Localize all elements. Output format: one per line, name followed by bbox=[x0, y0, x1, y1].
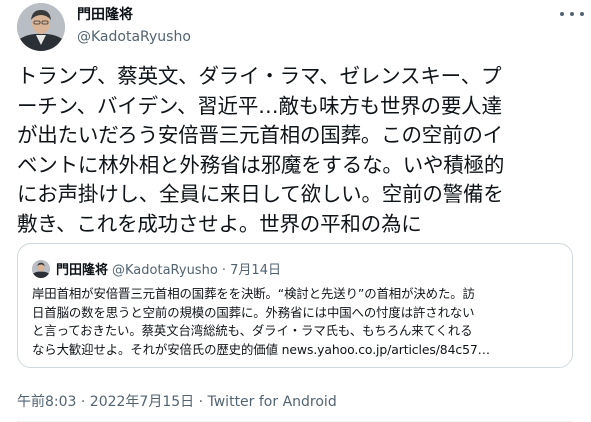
more-button[interactable] bbox=[560, 8, 584, 20]
tweet-footer: 午前8:03 · 2022年7月15日 · Twitter for Androi… bbox=[17, 391, 337, 411]
quoted-meta: @KadotaRyusho · 7月14日 bbox=[112, 263, 281, 278]
more-icon bbox=[560, 12, 564, 16]
timestamp[interactable]: 午前8:03 · 2022年7月15日 bbox=[17, 394, 194, 410]
quoted-avatar-photo bbox=[32, 259, 50, 278]
quoted-tweet[interactable]: 門田隆将 @KadotaRyusho · 7月14日 岸田首相が安倍晋三元首相の… bbox=[17, 243, 573, 368]
tweet-text: トランプ、蔡英文、ダライ・ラマ、ゼレンスキー、プ ーチン、バイデン、習近平…敵も… bbox=[17, 64, 505, 236]
quoted-display-name: 門田隆将 bbox=[56, 263, 109, 278]
author: 門田隆将 @KadotaRyusho bbox=[77, 5, 191, 47]
handle[interactable]: @KadotaRyusho bbox=[77, 27, 191, 47]
more-icon-dot bbox=[580, 12, 584, 16]
avatar[interactable] bbox=[17, 3, 65, 51]
quoted-tweet-header: 門田隆将 @KadotaRyusho · 7月14日 bbox=[32, 259, 281, 278]
separator: · bbox=[194, 394, 208, 410]
quoted-avatar bbox=[32, 259, 50, 278]
source-link[interactable]: Twitter for Android bbox=[208, 394, 337, 410]
more-icon-dot bbox=[570, 12, 574, 16]
avatar-photo bbox=[17, 3, 65, 51]
quoted-tweet-text: 岸田首相が安倍晋三元首相の国葬をを決断。“検討と先送り”の首相が決めた。訪 日首… bbox=[32, 286, 490, 357]
display-name[interactable]: 門田隆将 bbox=[77, 5, 191, 25]
